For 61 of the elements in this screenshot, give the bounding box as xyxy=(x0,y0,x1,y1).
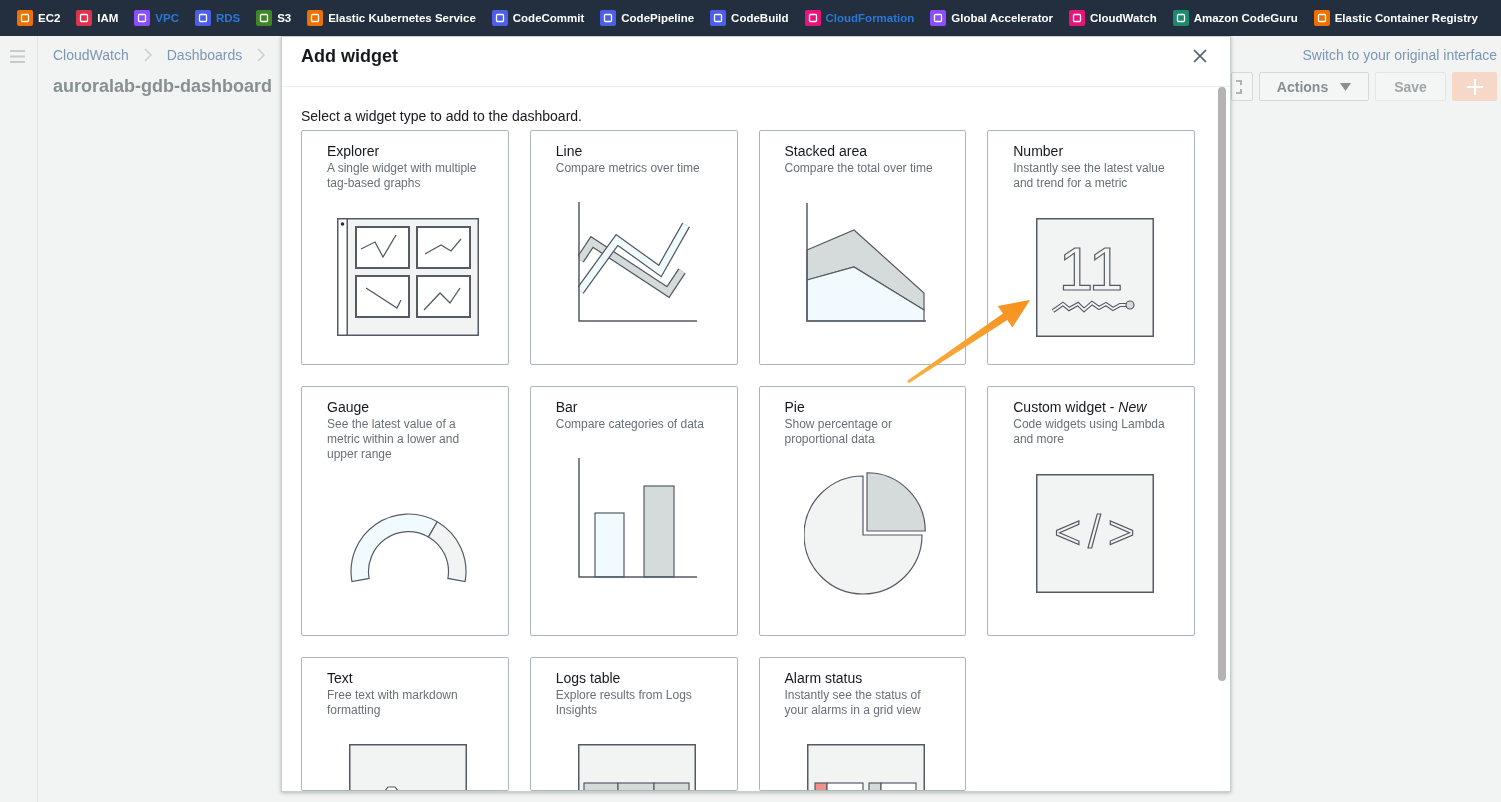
close-button[interactable] xyxy=(1192,48,1208,64)
widget-type-card[interactable]: Text Free text with markdown formatting xyxy=(301,657,509,791)
widget-title: Bar xyxy=(555,398,579,417)
widget-description: Show percentage or proportional data xyxy=(784,417,893,447)
code-symbol-text: </> xyxy=(1053,505,1142,558)
expand-icon xyxy=(1235,79,1242,94)
service-link[interactable]: IAM xyxy=(76,10,119,26)
widget-title: Custom widget - New xyxy=(1013,398,1148,417)
widget-title: Line xyxy=(555,142,584,161)
widget-description: Free text with markdown formatting xyxy=(327,688,459,718)
add-button[interactable] xyxy=(1452,72,1497,101)
widget-type-card[interactable]: Pie Show percentage or proportional data xyxy=(758,386,967,636)
menu-icon[interactable] xyxy=(10,50,25,63)
widget-title: Stacked area xyxy=(784,142,868,161)
service-link[interactable]: Elastic Container Registry xyxy=(1313,10,1478,26)
service-link[interactable]: CloudWatch xyxy=(1069,10,1157,26)
widget-title: Explorer xyxy=(327,142,381,161)
service-link[interactable]: CodeBuild xyxy=(710,10,789,26)
widget-title: Logs table xyxy=(555,669,622,688)
dialog-instruction: Select a widget type to add to the dashboard. xyxy=(301,107,583,125)
service-link[interactable]: Amazon CodeGuru xyxy=(1172,10,1298,26)
service-link[interactable]: S3 xyxy=(256,10,292,26)
service-link[interactable]: CodePipeline xyxy=(600,10,695,26)
widget-title: Pie xyxy=(784,398,806,417)
fullscreen-button[interactable] xyxy=(1231,72,1253,101)
close-icon xyxy=(1192,48,1208,64)
scrollbar-thumb[interactable] xyxy=(1218,87,1226,681)
plus-icon xyxy=(1466,78,1483,95)
widget-type-card[interactable]: Bar Compare categories of data xyxy=(529,386,738,636)
widget-description: Explore results from Logs Insights xyxy=(555,688,693,718)
widget-title: Alarm status xyxy=(784,669,864,688)
dashboard-title: auroralab-gdb-dashboard xyxy=(53,76,272,97)
widget-type-card[interactable]: Alarm status Instantly see the status of your alarms in a grid view xyxy=(758,657,967,791)
widget-type-card[interactable]: Number Instantly see the latest value and trend for a metric 11 xyxy=(987,130,1195,365)
chart-bar xyxy=(594,512,625,578)
widget-description: Compare categories of data xyxy=(555,417,705,432)
caret-down-icon xyxy=(1340,82,1352,91)
widget-title: Gauge xyxy=(327,398,371,417)
widget-description: Code widgets using Lambda and more xyxy=(1013,417,1166,447)
widget-type-card[interactable]: Logs table Explore results from Logs Insights xyxy=(529,657,738,791)
widget-description: Compare the total over time xyxy=(784,161,934,176)
widget-description: A single widget with multiple tag-based graphs xyxy=(327,161,478,191)
widget-description: Instantly see the latest value and trend for a metric xyxy=(1013,161,1166,191)
service-link[interactable]: Global Accelerator xyxy=(930,10,1054,26)
chevron-right-icon xyxy=(143,48,152,62)
big-number-text: 11 xyxy=(1058,233,1123,303)
widget-type-card[interactable]: Explorer A single widget with multiple tag-based graphs xyxy=(301,130,509,365)
widget-type-card[interactable]: Custom widget - New Code widgets using Lambda and more </> xyxy=(987,386,1195,636)
widget-title: Number xyxy=(1013,142,1065,161)
chevron-right-icon xyxy=(257,48,266,62)
widget-type-card[interactable]: Line Compare metrics over time xyxy=(529,130,738,365)
dialog-title: Add widget xyxy=(301,45,398,67)
service-link[interactable]: Elastic Kubernetes Service xyxy=(307,10,476,26)
widget-title: Text xyxy=(327,669,354,688)
service-link[interactable]: EC2 xyxy=(17,10,61,26)
widget-type-card[interactable]: Stacked area Compare the total over time xyxy=(758,130,967,365)
widget-description: Instantly see the status of your alarms in a grid view xyxy=(784,688,922,718)
widget-description: Compare metrics over time xyxy=(555,161,701,176)
widget-type-card[interactable]: Gauge See the latest value of a metric within a lower and upper range xyxy=(301,386,509,636)
widget-description: See the latest value of a metric within a lower and upper range xyxy=(327,417,461,462)
service-link[interactable]: CodeCommit xyxy=(491,10,585,26)
